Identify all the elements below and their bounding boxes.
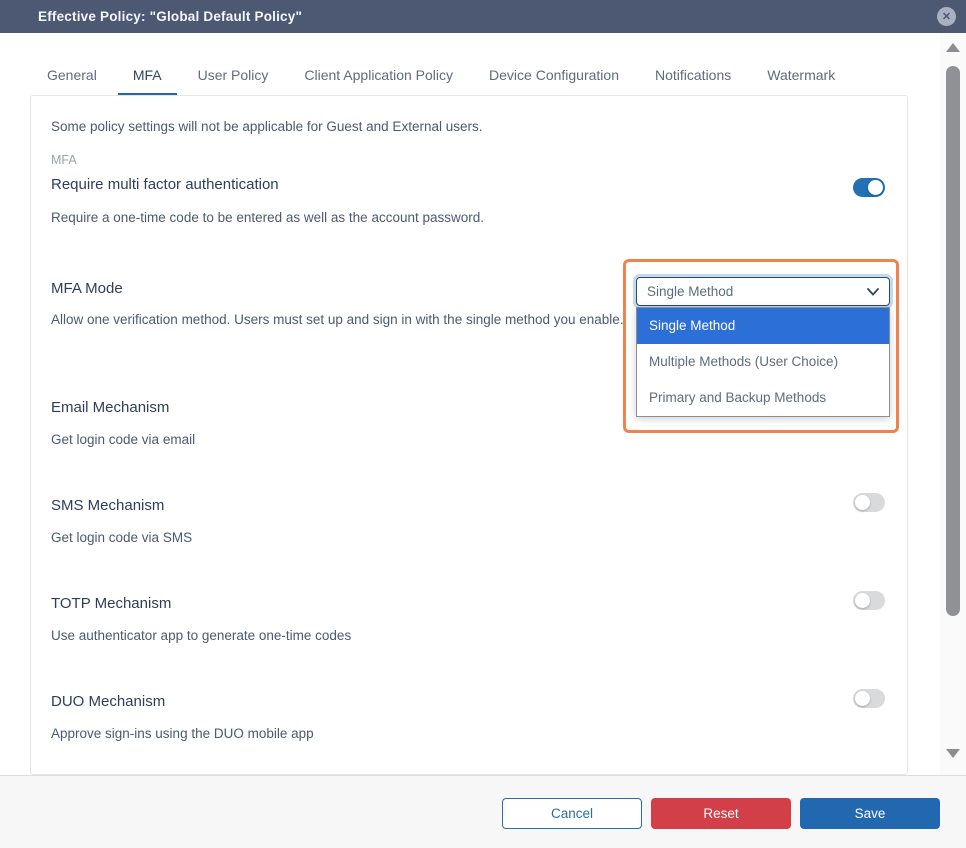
email-mechanism-description: Get login code via email	[51, 430, 195, 450]
policy-notice: Some policy settings will not be applica…	[51, 117, 482, 137]
option-primary-backup[interactable]: Primary and Backup Methods	[637, 380, 889, 416]
toggle-knob	[855, 593, 870, 608]
totp-mechanism-description: Use authenticator app to generate one-ti…	[51, 626, 351, 646]
scroll-up-arrow-icon[interactable]	[946, 43, 960, 52]
require-mfa-title: Require multi factor authentication	[51, 175, 279, 195]
cancel-button[interactable]: Cancel	[502, 798, 642, 829]
close-icon[interactable]: ✕	[937, 7, 956, 26]
mfa-mode-description: Allow one verification method. Users mus…	[51, 308, 651, 332]
dialog-titlebar: Effective Policy: "Global Default Policy…	[0, 0, 966, 33]
tab-bar: General MFA User Policy Client Applicati…	[32, 66, 850, 96]
mfa-mode-selected-value: Single Method	[647, 284, 867, 299]
duo-mechanism-description: Approve sign-ins using the DUO mobile ap…	[51, 724, 314, 744]
tab-device-configuration[interactable]: Device Configuration	[474, 66, 634, 96]
scrollbar	[940, 33, 966, 775]
mfa-mode-dropdown-menu: Single Method Multiple Methods (User Cho…	[636, 307, 890, 417]
save-button[interactable]: Save	[800, 798, 940, 829]
mfa-group-label: MFA	[51, 153, 77, 167]
dialog-footer: Cancel Reset Save	[0, 775, 966, 848]
dialog-title: Effective Policy: "Global Default Policy…	[38, 9, 302, 24]
mfa-mode-select[interactable]: Single Method	[636, 277, 890, 306]
require-mfa-toggle[interactable]	[853, 178, 885, 197]
tab-watermark[interactable]: Watermark	[752, 66, 850, 96]
totp-mechanism-title: TOTP Mechanism	[51, 594, 171, 614]
sms-mechanism-toggle[interactable]	[853, 493, 885, 512]
mfa-tab-panel: Some policy settings will not be applica…	[30, 95, 908, 775]
scroll-down-arrow-icon[interactable]	[946, 749, 960, 758]
duo-mechanism-title: DUO Mechanism	[51, 692, 165, 712]
reset-button[interactable]: Reset	[651, 798, 791, 829]
tab-notifications[interactable]: Notifications	[640, 66, 746, 96]
toggle-knob	[855, 691, 870, 706]
scrollbar-thumb[interactable]	[946, 66, 960, 616]
totp-mechanism-toggle[interactable]	[853, 591, 885, 610]
email-mechanism-title: Email Mechanism	[51, 398, 169, 418]
require-mfa-description: Require a one-time code to be entered as…	[51, 208, 484, 228]
option-single-method[interactable]: Single Method	[637, 308, 889, 344]
tab-mfa[interactable]: MFA	[118, 66, 177, 96]
chevron-down-icon	[867, 288, 879, 296]
duo-mechanism-toggle[interactable]	[853, 689, 885, 708]
option-multiple-methods[interactable]: Multiple Methods (User Choice)	[637, 344, 889, 380]
tab-user-policy[interactable]: User Policy	[183, 66, 284, 96]
tab-general[interactable]: General	[32, 66, 112, 96]
sms-mechanism-description: Get login code via SMS	[51, 528, 192, 548]
toggle-knob	[855, 495, 870, 510]
toggle-knob	[868, 180, 883, 195]
tab-client-application-policy[interactable]: Client Application Policy	[289, 66, 468, 96]
sms-mechanism-title: SMS Mechanism	[51, 496, 164, 516]
mfa-mode-label: MFA Mode	[51, 279, 123, 299]
